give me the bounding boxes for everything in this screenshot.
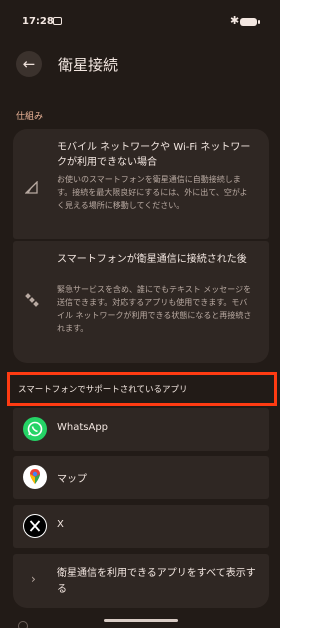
status-bar: 17:28 ✱ [0, 0, 280, 44]
card-description: お使いのスマートフォンを衛星通信に自動接続します。接続を最大限良好にするには、外… [57, 175, 248, 210]
card-description: 緊急サービスを含め、誰にでもテキスト メッセージを送信できます。対応するアプリも… [57, 285, 252, 333]
section-label-how-it-works: 仕組み [16, 112, 44, 122]
page-title: 衛星接続 [58, 56, 119, 74]
back-arrow-icon[interactable]: ← [16, 51, 42, 77]
show-all-apps-item[interactable]: › 衛星通信を利用できるアプリをすべて表示する [13, 554, 269, 608]
app-item-maps[interactable]: マップ [13, 456, 269, 499]
google-maps-icon [23, 465, 47, 489]
info-card-no-network: モバイル ネットワークや Wi-Fi ネットワークが利用できない場合 お使いのス… [13, 129, 269, 239]
supported-apps-label: スマートフォンでサポートされているアプリ [18, 385, 188, 395]
whatsapp-icon [23, 417, 47, 441]
chevron-right-icon: › [31, 572, 36, 586]
phone-screen: 17:28 ✱ ← 衛星接続 仕組み モバイル ネットワークや Wi-Fi ネッ… [0, 0, 280, 628]
sim-icon [53, 17, 62, 25]
info-icon [18, 621, 28, 628]
status-time: 17:28 [22, 16, 54, 27]
app-label: WhatsApp [57, 422, 109, 433]
app-label: マップ [57, 474, 87, 485]
app-label: X [57, 519, 64, 530]
battery-icon [240, 18, 260, 26]
top-app-bar: ← 衛星接続 [0, 44, 280, 84]
card-title: モバイル ネットワークや Wi-Fi ネットワークが利用できない場合 [57, 142, 251, 168]
x-icon [23, 514, 47, 538]
satellite-icon [25, 293, 39, 311]
info-card-after-connect: スマートフォンが衛星通信に接続された後 緊急サービスを含め、誰にでもテキスト メ… [13, 241, 269, 363]
satellite-status-icon: ✱ [230, 14, 240, 27]
satellite-signal-icon [24, 180, 38, 198]
app-item-x[interactable]: X [13, 505, 269, 548]
show-all-apps-label: 衛星通信を利用できるアプリをすべて表示する [57, 568, 256, 595]
app-item-whatsapp[interactable]: WhatsApp [13, 408, 269, 451]
home-gesture-bar[interactable] [104, 619, 178, 622]
card-title: スマートフォンが衛星通信に接続された後 [57, 254, 247, 265]
supported-apps-header: スマートフォンでサポートされているアプリ [7, 372, 277, 406]
